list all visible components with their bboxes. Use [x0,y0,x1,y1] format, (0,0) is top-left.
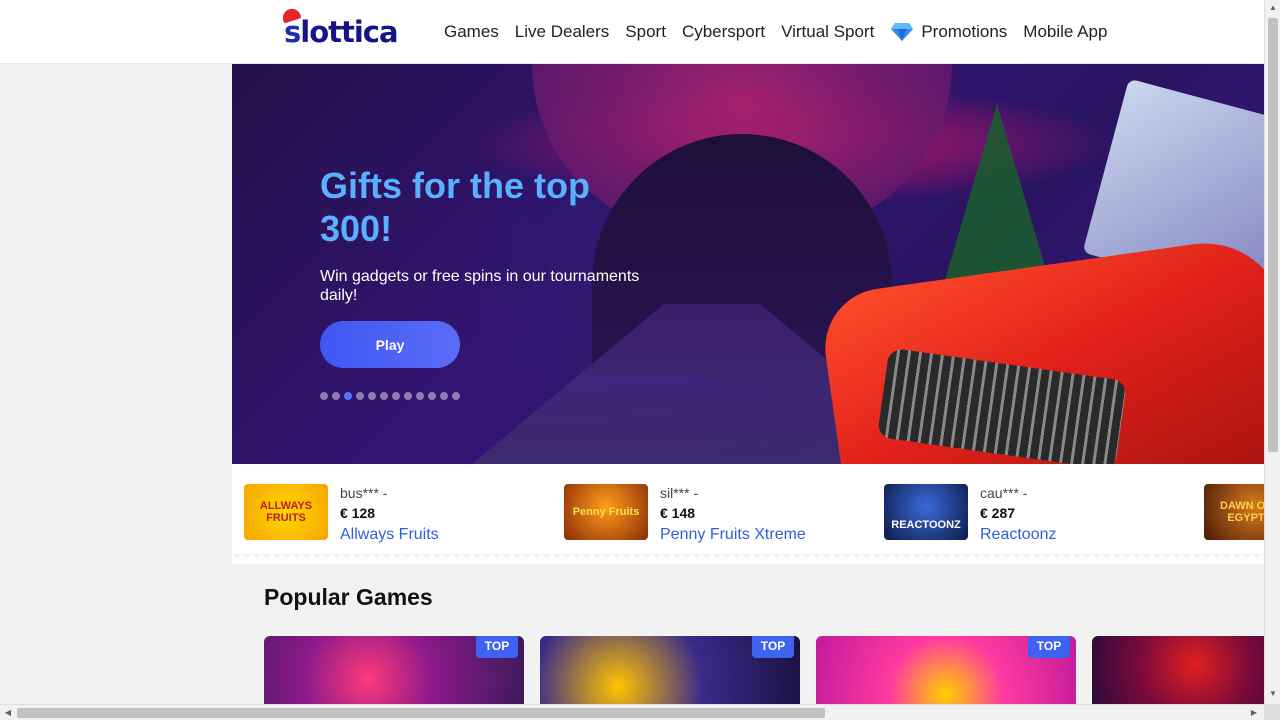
nav-live-dealers[interactable]: Live Dealers [515,22,610,42]
scroll-left-arrow-icon[interactable]: ◀ [0,705,16,720]
main-nav: Games Live Dealers Sport Cybersport Virt… [444,0,1123,64]
carousel-dot[interactable] [356,392,364,400]
winner-game-link[interactable]: Penny Fruits Xtreme [660,524,806,546]
winner-game-link[interactable]: Allways Fruits [340,524,439,546]
winner-info: sil*** - € 148 Penny Fruits Xtreme [660,484,806,546]
nav-sport[interactable]: Sport [625,22,666,42]
winner-item[interactable]: DAWN OF EGYPT [1204,484,1264,540]
top-badge: TOP [476,636,518,658]
winner-game-link[interactable]: Reactoonz [980,524,1057,546]
nav-games[interactable]: Games [444,22,499,42]
game-thumbnail[interactable]: DAWN OF EGYPT [1204,484,1264,540]
winner-amount: € 128 [340,505,376,521]
game-card[interactable]: TOP [816,636,1076,708]
scroll-down-arrow-icon[interactable]: ▼ [1265,686,1280,702]
winner-username: sil*** - [660,485,699,501]
carousel-dot[interactable] [320,392,328,400]
winner-info: cau*** - € 287 Reactoonz [980,484,1057,546]
scroll-right-arrow-icon[interactable]: ▶ [1246,705,1262,720]
thumb-label: ALLWAYS FRUITS [259,500,313,524]
logo-rest: lottica [300,15,398,49]
thumb-label: REACTOONZ [891,519,961,531]
nav-cybersport[interactable]: Cybersport [682,22,765,42]
horizontal-scrollbar-thumb[interactable] [17,708,825,718]
carousel-dot[interactable] [428,392,436,400]
horizontal-scrollbar[interactable]: ◀ ▶ [0,704,1264,720]
popular-games-title: Popular Games [264,584,433,610]
carousel-dots [320,392,460,400]
carousel-dot[interactable] [344,392,352,400]
hero-title: Gifts for the top 300! [320,165,590,249]
thumb-label: Penny Fruits [572,506,640,518]
carousel-dot[interactable] [440,392,448,400]
thumb-label: DAWN OF EGYPT [1220,500,1264,524]
game-card[interactable] [1092,636,1264,708]
carousel-dot[interactable] [392,392,400,400]
carousel-dot[interactable] [368,392,376,400]
nav-mobile-app[interactable]: Mobile App [1023,22,1107,42]
carousel-dot[interactable] [404,392,412,400]
scrollbar-corner [1264,704,1280,720]
diamond-icon [891,23,914,41]
nav-promotions-label: Promotions [921,22,1008,41]
vertical-scrollbar[interactable]: ▲ ▼ [1264,0,1280,704]
logo-first-letter: s [280,6,302,49]
scroll-up-arrow-icon[interactable]: ▲ [1265,0,1280,16]
winner-username: bus*** - [340,485,388,501]
carousel-dot[interactable] [416,392,424,400]
zigzag-divider [232,554,1264,564]
hero-banner[interactable]: Gifts for the top 300! Win gadgets or fr… [232,64,1264,464]
game-thumbnail[interactable]: Penny Fruits [564,484,648,540]
winner-item[interactable]: Penny Fruits sil*** - € 148 Penny Fruits… [564,484,806,546]
hero-play-button[interactable]: Play [320,321,460,368]
recent-winners: ALLWAYS FRUITS bus*** - € 128 Allways Fr… [232,464,1264,564]
top-badge: TOP [1028,636,1070,658]
winner-amount: € 287 [980,505,1016,521]
winner-username: cau*** - [980,485,1028,501]
vertical-scrollbar-thumb[interactable] [1268,18,1278,452]
hero-subtitle: Win gadgets or free spins in our tournam… [320,268,640,304]
nav-promotions[interactable]: Promotions [890,22,1007,42]
game-thumbnail[interactable]: ALLWAYS FRUITS [244,484,328,540]
game-thumbnail[interactable]: REACTOONZ [884,484,968,540]
slottica-logo[interactable]: s lottica [280,6,399,49]
carousel-dot[interactable] [452,392,460,400]
site-header: s lottica Games Live Dealers Sport Cybers… [0,0,1264,64]
top-badge: TOP [752,636,794,658]
winner-amount: € 148 [660,505,696,521]
carousel-dot[interactable] [332,392,340,400]
winner-item[interactable]: REACTOONZ cau*** - € 287 Reactoonz [884,484,1057,546]
carousel-dot[interactable] [380,392,388,400]
game-card[interactable]: TOP [264,636,524,708]
nav-virtual-sport[interactable]: Virtual Sport [781,22,874,42]
game-card[interactable]: TOP [540,636,800,708]
winner-item[interactable]: ALLWAYS FRUITS bus*** - € 128 Allways Fr… [244,484,439,546]
winner-info: bus*** - € 128 Allways Fruits [340,484,439,546]
